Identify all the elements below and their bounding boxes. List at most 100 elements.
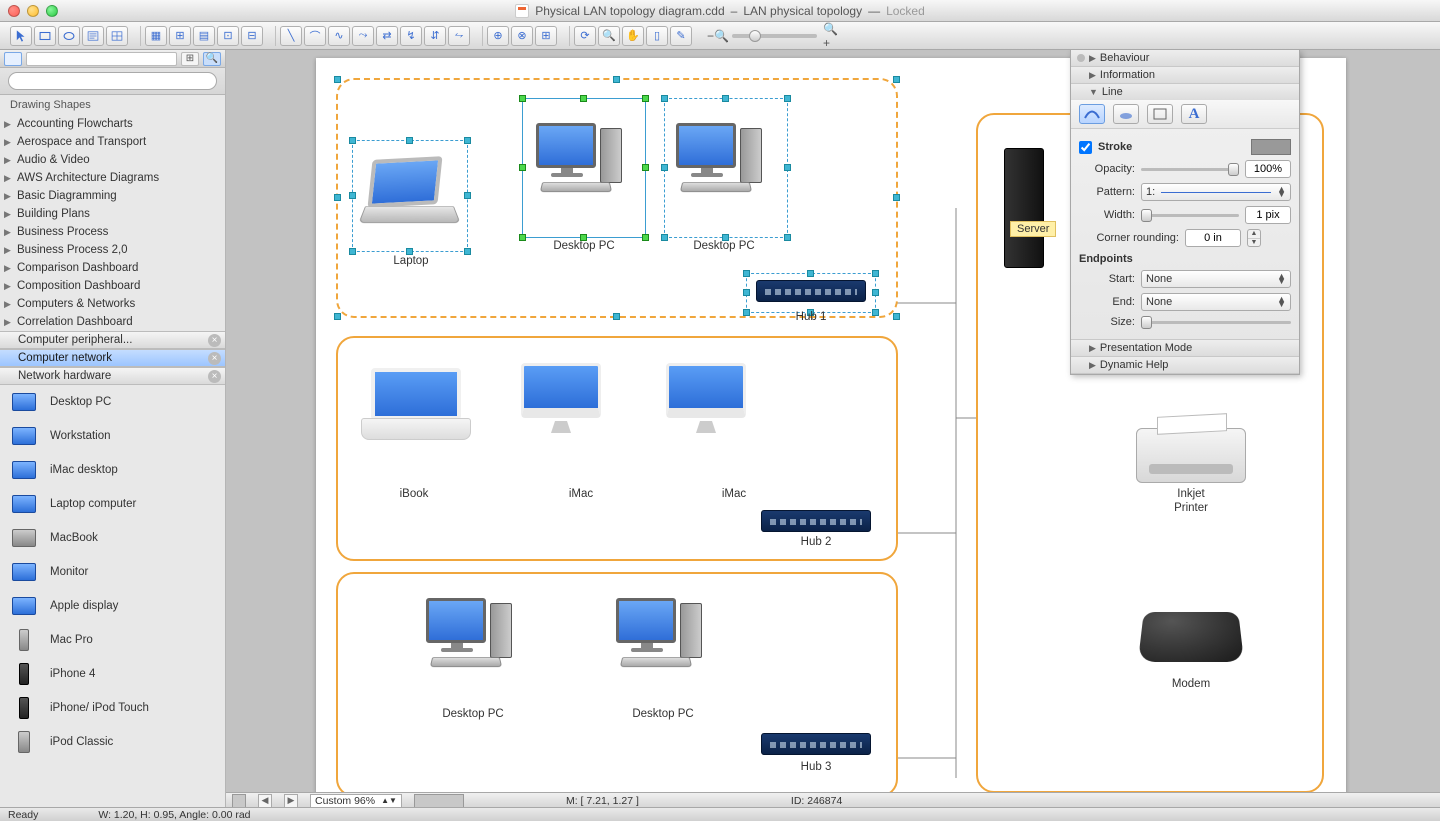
opacity-value[interactable] [1245,160,1291,178]
page-next-button[interactable]: ▶ [284,794,298,808]
table-tool[interactable] [106,26,128,46]
node-hub-2[interactable] [761,510,871,532]
inspector-panel[interactable]: ▶Behaviour ▶Information ▼Line A Stroke [1070,50,1300,375]
group-tool[interactable]: ▦ [145,26,167,46]
zoom-in-icon[interactable]: 🔍+ [823,28,839,44]
hscroll-track[interactable] [414,794,464,808]
inspector-section-presentation[interactable]: ▶Presentation Mode [1071,340,1299,356]
guides-tool[interactable]: ▯ [646,26,668,46]
tree-item[interactable]: ▶Basic Diagramming [0,187,225,205]
tree-item[interactable]: ▶AWS Architecture Diagrams [0,169,225,187]
end-select[interactable]: None▲▼ [1141,293,1291,311]
pencil-tool[interactable]: ✎ [670,26,692,46]
canvas-area[interactable]: Laptop Desktop PC Desktop PC [226,50,1440,808]
grid-tool[interactable]: ⊞ [535,26,557,46]
node-laptop[interactable] [362,158,457,228]
zoom-window-button[interactable] [46,5,58,17]
page-prev-button[interactable]: ◀ [258,794,272,808]
hscroll-left[interactable] [232,794,246,808]
zoom-out-icon[interactable]: −🔍 [710,28,726,44]
shape-macbook[interactable]: MacBook [0,521,225,555]
tree-item[interactable]: ▶Business Process [0,223,225,241]
node-hub-3[interactable] [761,733,871,755]
zoom-tool[interactable]: 🔍 [598,26,620,46]
section-computer-network[interactable]: Computer network× [0,349,225,367]
shape-list[interactable]: Desktop PC Workstation iMac desktop Lapt… [0,385,225,808]
shape-desktop-pc[interactable]: Desktop PC [0,385,225,419]
library-search-input[interactable] [8,72,217,90]
bezier-tool[interactable]: ⤳ [352,26,374,46]
library-tree[interactable]: ▶Accounting Flowcharts ▶Aerospace and Tr… [0,115,225,331]
close-window-button[interactable] [8,5,20,17]
tree-item[interactable]: ▶Computers & Networks [0,295,225,313]
tree-item[interactable]: ▶Correlation Dashboard [0,313,225,331]
align-tool[interactable]: ⊡ [217,26,239,46]
search-toggle-button[interactable]: 🔍 [203,52,221,66]
library-tab-icon[interactable] [4,52,22,66]
node-server[interactable] [1004,148,1044,268]
tree-item[interactable]: ▶Business Process 2,0 [0,241,225,259]
text-tool[interactable] [82,26,104,46]
line-tab-stroke[interactable] [1079,104,1105,124]
minimize-window-button[interactable] [27,5,39,17]
line-tab-shadow[interactable] [1113,104,1139,124]
glue-tool[interactable]: ⊗ [511,26,533,46]
close-icon[interactable]: × [208,370,221,383]
size-slider[interactable] [1141,321,1291,324]
connect-tool[interactable]: ⇄ [376,26,398,46]
shape-apple-display[interactable]: Apple display [0,589,225,623]
node-modem[interactable] [1138,612,1244,662]
spline-tool[interactable]: ∿ [328,26,350,46]
ellipse-tool[interactable] [58,26,80,46]
tree-item[interactable]: ▶Comparison Dashboard [0,259,225,277]
rect-tool[interactable] [34,26,56,46]
line-tab-text[interactable]: A [1181,104,1207,124]
node-desktop-pc-1[interactable] [536,123,626,198]
snap-tool[interactable]: ⊕ [487,26,509,46]
section-network-hardware[interactable]: Network hardware× [0,367,225,385]
shape-mac-pro[interactable]: Mac Pro [0,623,225,657]
pan-tool[interactable]: ✋ [622,26,644,46]
refresh-tool[interactable]: ⟳ [574,26,596,46]
line-tab-fill[interactable] [1147,104,1173,124]
line-tool[interactable]: ╲ [280,26,302,46]
tree-item[interactable]: ▶Building Plans [0,205,225,223]
start-select[interactable]: None▲▼ [1141,270,1291,288]
corner-value[interactable] [1185,229,1241,247]
shape-imac[interactable]: iMac desktop [0,453,225,487]
width-slider[interactable] [1141,214,1239,217]
zoom-slider[interactable]: −🔍 🔍+ [710,28,839,44]
corner-stepper[interactable]: ▲▼ [1247,229,1261,247]
zoom-select[interactable]: Custom 96%▲▼ [310,794,402,808]
shape-ipod-classic[interactable]: iPod Classic [0,725,225,759]
tree-item[interactable]: ▶Audio & Video [0,151,225,169]
node-imac-2[interactable] [666,363,746,438]
close-icon[interactable]: × [208,352,221,365]
stroke-checkbox[interactable] [1079,141,1092,154]
node-inkjet-printer[interactable] [1136,428,1246,483]
section-computer-peripheral[interactable]: Computer peripheral...× [0,331,225,349]
smart-tool-1[interactable]: ↯ [400,26,422,46]
inspector-section-information[interactable]: ▶Information [1071,67,1299,83]
tree-item[interactable]: ▶Composition Dashboard [0,277,225,295]
pattern-select[interactable]: 1:▲▼ [1141,183,1291,201]
shape-ipod-touch[interactable]: iPhone/ iPod Touch [0,691,225,725]
node-imac-1[interactable] [521,363,601,438]
shape-monitor[interactable]: Monitor [0,555,225,589]
grid-view-button[interactable]: ⊞ [181,52,199,66]
tree-item[interactable]: ▶Accounting Flowcharts [0,115,225,133]
close-icon[interactable]: × [208,334,221,347]
shape-iphone4[interactable]: iPhone 4 [0,657,225,691]
node-desktop-pc-3[interactable] [426,598,516,673]
node-desktop-pc-2[interactable] [676,123,766,198]
inspector-section-behaviour[interactable]: ▶Behaviour [1071,50,1299,66]
tree-tool[interactable]: ⊞ [169,26,191,46]
node-desktop-pc-4[interactable] [616,598,706,673]
node-hub-1[interactable] [756,280,866,302]
pointer-tool[interactable] [10,26,32,46]
inspector-section-line[interactable]: ▼Line [1071,84,1299,100]
arc-tool[interactable]: ⌒ [304,26,326,46]
smart-tool-3[interactable]: ⥊ [448,26,470,46]
inspector-section-dynhelp[interactable]: ▶Dynamic Help [1071,357,1299,373]
opacity-slider[interactable] [1141,168,1239,171]
